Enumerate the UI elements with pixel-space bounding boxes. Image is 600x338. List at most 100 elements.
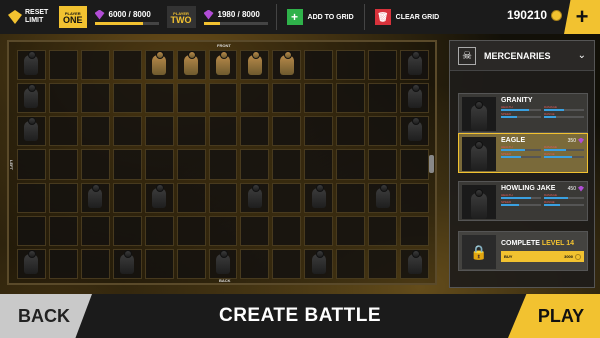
grid-cell[interactable] [176,116,206,147]
grid-cell[interactable] [176,248,206,279]
grid-cell[interactable] [112,50,142,81]
soldier-icon[interactable] [24,117,39,142]
grid-cell[interactable] [368,50,398,81]
grid-cell[interactable] [240,149,270,180]
soldier-icon[interactable] [24,249,39,274]
grid-cell[interactable] [240,50,270,81]
soldier-icon[interactable] [407,51,422,76]
soldier-icon[interactable] [311,183,326,208]
grid-cell[interactable] [144,50,174,81]
grid-cell[interactable] [304,182,334,213]
add-to-grid-button[interactable]: + ADD TO GRID [281,9,360,25]
grid-cell[interactable] [400,116,429,147]
clear-grid-button[interactable]: 🗑 CLEAR GRID [369,9,446,25]
grid-cell[interactable] [336,248,366,279]
grid-cell[interactable] [336,116,366,147]
grid-cell[interactable] [144,215,174,246]
grid-cell[interactable] [80,50,110,81]
grid-cell[interactable] [304,116,334,147]
enemy-soldier-icon[interactable] [215,51,230,76]
player-two-badge[interactable]: PLAYER TWO [166,6,196,28]
grid-cell[interactable] [176,182,206,213]
add-coins-button[interactable]: + [564,0,600,34]
grid-cell[interactable] [80,182,110,213]
grid-cell[interactable] [17,50,46,81]
grid-cell[interactable] [368,182,398,213]
enemy-soldier-icon[interactable] [247,51,262,76]
grid-cell[interactable] [240,116,270,147]
grid-cell[interactable] [48,50,78,81]
grid-cell[interactable] [144,116,174,147]
grid-cell[interactable] [272,149,302,180]
grid-cell[interactable] [80,83,110,114]
reset-limit-button[interactable]: RESET LIMIT [4,4,55,30]
grid-cell[interactable] [272,182,302,213]
grid-cell[interactable] [80,248,110,279]
grid-cell[interactable] [48,182,78,213]
grid-cell[interactable] [272,215,302,246]
grid-cell[interactable] [208,248,238,279]
soldier-icon[interactable] [152,183,167,208]
grid-cell[interactable] [400,50,429,81]
mercenary-card[interactable]: EAGLE 350 HEALTH DAMAGE SPEED RANGE [458,133,588,173]
grid-cell[interactable] [144,149,174,180]
soldier-icon[interactable] [375,183,390,208]
grid-cell[interactable] [368,83,398,114]
grid-cell[interactable] [272,83,302,114]
grid-cell[interactable] [80,215,110,246]
grid-cell[interactable] [208,215,238,246]
grid-cell[interactable] [272,248,302,279]
grid-cell[interactable] [48,83,78,114]
grid-cell[interactable] [17,215,46,246]
category-dropdown[interactable]: ☠ MERCENARIES ⌄ [450,41,594,71]
grid-cell[interactable] [48,149,78,180]
locked-unit-card[interactable]: 🔒 COMPLETE LEVEL 14 BUY 3000 [458,231,588,271]
grid-cell[interactable] [48,116,78,147]
mercenary-card[interactable]: GRANITY HEALTH DAMAGE SPEED RANGE [458,93,588,133]
grid-cell[interactable] [144,83,174,114]
grid-cell[interactable] [80,116,110,147]
grid-cell[interactable] [112,248,142,279]
grid-cell[interactable] [17,116,46,147]
grid-cell[interactable] [304,248,334,279]
play-button[interactable]: PLAY [508,294,600,338]
grid-cell[interactable] [304,50,334,81]
grid-cell[interactable] [48,248,78,279]
grid-cell[interactable] [17,83,46,114]
player-one-badge[interactable]: PLAYER ONE [59,6,87,28]
grid-cell[interactable] [240,248,270,279]
grid-cell[interactable] [112,149,142,180]
grid-cell[interactable] [336,149,366,180]
grid-cell[interactable] [240,182,270,213]
grid-cell[interactable] [17,248,46,279]
soldier-icon[interactable] [24,51,39,76]
grid-cell[interactable] [400,149,429,180]
grid-cell[interactable] [336,215,366,246]
grid-cell[interactable] [400,83,429,114]
grid-cell[interactable] [17,182,46,213]
grid-cell[interactable] [400,248,429,279]
grid-cell[interactable] [208,83,238,114]
grid-cell[interactable] [176,50,206,81]
grid-cell[interactable] [272,116,302,147]
soldier-icon[interactable] [407,117,422,142]
grid-cell[interactable] [304,215,334,246]
grid-cell[interactable] [208,50,238,81]
grid-cell[interactable] [112,116,142,147]
grid-cell[interactable] [368,149,398,180]
grid-cell[interactable] [112,215,142,246]
soldier-icon[interactable] [120,249,135,274]
grid-cell[interactable] [17,149,46,180]
enemy-soldier-icon[interactable] [152,51,167,76]
grid-cell[interactable] [272,50,302,81]
mercenary-card[interactable]: HOWLING JAKE 450 HEALTH DAMAGE SPEED RANGE [458,181,588,221]
enemy-soldier-icon[interactable] [184,51,199,76]
grid-cell[interactable] [144,248,174,279]
grid-cell[interactable] [336,182,366,213]
grid-cell[interactable] [240,83,270,114]
soldier-icon[interactable] [88,183,103,208]
grid-cell[interactable] [304,149,334,180]
soldier-icon[interactable] [407,84,422,109]
grid-cell[interactable] [48,215,78,246]
soldier-icon[interactable] [407,249,422,274]
